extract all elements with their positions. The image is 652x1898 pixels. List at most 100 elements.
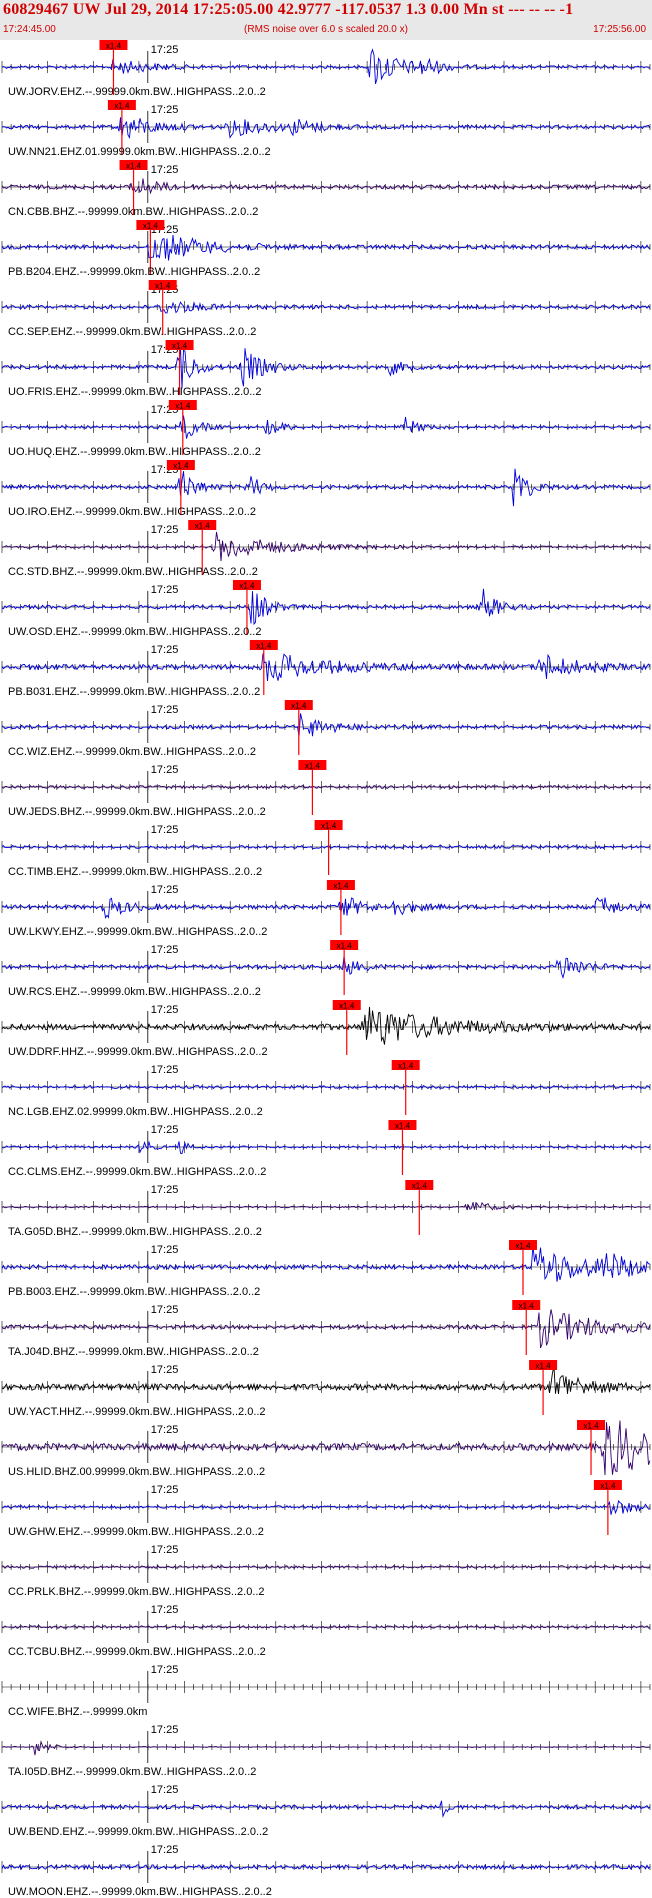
pick-label: x1.4 <box>106 42 122 51</box>
station-label: US.HLID.BHZ.00.99999.0km.BW..HIGHPASS..2… <box>8 1466 265 1478</box>
pick-label: x1.4 <box>536 1362 552 1371</box>
seismogram-waveform <box>1 1800 651 1818</box>
pick-label: x1.4 <box>583 1422 599 1431</box>
rms-note: (RMS noise over 6.0 s scaled 20.0 x) <box>244 24 408 35</box>
minute-label: 17:25 <box>151 944 179 956</box>
seismogram-plot: 17:25 x1.4 UW.JORV.EHZ.--.99999.0km.BW..HI… <box>1 40 651 1898</box>
pick-label: x1.4 <box>239 582 255 591</box>
seismogram-waveform <box>1 713 651 737</box>
pick-label: x1.4 <box>155 282 171 291</box>
station-label: UO.IRO.EHZ.--.99999.0km.BW..HIGHPASS..2.… <box>8 506 256 518</box>
station-label: UO.HUQ.EHZ.--.99999.0km.BW..HIGHPASS..2.… <box>8 446 261 458</box>
station-label: UW.LKWY.EHZ.--.99999.0km.BW..HIGHPASS..2… <box>8 926 267 938</box>
seismogram-waveform <box>1 1309 651 1349</box>
pick-label: x1.4 <box>172 342 188 351</box>
seismogram-waveform <box>1 1740 651 1756</box>
station-label: CC.TCBU.BHZ.--.99999.0km.BW..HIGHPASS..2… <box>8 1646 266 1658</box>
station-label: PB.B031.EHZ.--.99999.0km.BW..HIGHPASS..2… <box>8 686 260 698</box>
pick-label: x1.4 <box>305 762 321 771</box>
station-label: CC.PRLK.BHZ.--.99999.0km.BW..HIGHPASS..2… <box>8 1586 265 1598</box>
pick-label: x1.4 <box>143 222 159 231</box>
minute-label: 17:25 <box>151 1724 179 1736</box>
station-label: PB.B204.EHZ.--.99999.0km.BW..HIGHPASS..2… <box>8 266 260 278</box>
station-label: UW.OSD.EHZ.--.99999.0km.BW..HIGHPASS..2.… <box>8 626 261 638</box>
minute-label: 17:25 <box>151 44 179 56</box>
station-label: UW.RCS.EHZ.--.99999.0km.BW..HIGHPASS..2.… <box>8 986 261 998</box>
pick-label: x1.4 <box>256 642 272 651</box>
pick-label: x1.4 <box>339 1002 355 1011</box>
seismogram-waveform <box>1 1245 651 1282</box>
seismogram-waveform <box>1 897 651 919</box>
minute-label: 17:25 <box>151 1484 179 1496</box>
seismogram-waveform <box>1 117 651 140</box>
pick-label: x1.4 <box>333 882 349 891</box>
seismogram-waveform <box>1 1140 651 1154</box>
seismogram-waveform <box>1 588 651 626</box>
station-label: CC.WIZ.EHZ.--.99999.0km.BW..HIGHPASS..2.… <box>8 746 256 758</box>
minute-label: 17:25 <box>151 1844 179 1856</box>
station-label: TA.G05D.BHZ.--.99999.0km.BW..HIGHPASS..2… <box>8 1226 262 1238</box>
pick-label: x1.4 <box>195 522 211 531</box>
pick-label: x1.4 <box>398 1062 414 1071</box>
pick-label: x1.4 <box>114 102 130 111</box>
pick-label: x1.4 <box>173 462 189 471</box>
station-label: UW.JORV.EHZ.--.99999.0km.BW..HIGHPASS..2… <box>8 86 266 98</box>
minute-label: 17:25 <box>151 1244 179 1256</box>
minute-label: 17:25 <box>151 1124 179 1136</box>
seismogram-waveform <box>1 301 651 314</box>
minute-label: 17:25 <box>151 1784 179 1796</box>
minute-label: 17:25 <box>151 824 179 836</box>
seismogram-waveform <box>1 178 651 195</box>
seismogram-waveform <box>1 1201 651 1211</box>
station-label: CN.CBB.BHZ.--.99999.0km.BW..HIGHPASS..2.… <box>8 206 258 218</box>
pick-label: x1.4 <box>291 702 307 711</box>
seismogram-waveform <box>1 1084 651 1090</box>
minute-label: 17:25 <box>151 1184 179 1196</box>
pick-label: x1.4 <box>126 162 142 171</box>
minute-label: 17:25 <box>151 584 179 596</box>
station-label: UW.MOON.EHZ.--.99999.0km.BW..HIGHPASS..2… <box>8 1886 272 1898</box>
minute-label: 17:25 <box>151 1304 179 1316</box>
minute-label: 17:25 <box>151 164 179 176</box>
station-label: TA.I05D.BHZ.--.99999.0km.BW..HIGHPASS..2… <box>8 1766 256 1778</box>
plot-header: 60829467 UW Jul 29, 2014 17:25:05.00 42.… <box>0 0 652 40</box>
minute-label: 17:25 <box>151 1424 179 1436</box>
minute-label: 17:25 <box>151 1364 179 1376</box>
station-label: UW.NN21.EHZ.01.99999.0km.BW..HIGHPASS..2… <box>8 146 271 158</box>
station-label: PB.B003.EHZ.--.99999.0km.BW..HIGHPASS..2… <box>8 1286 260 1298</box>
station-label: CC.STD.BHZ.--.99999.0km.BW..HIGHPASS..2.… <box>8 566 258 578</box>
minute-label: 17:25 <box>151 644 179 656</box>
seismogram-waveform <box>1 468 651 507</box>
pick-label: x1.4 <box>175 402 191 411</box>
station-label: UW.BEND.EHZ.--.99999.0km.BW..HIGHPASS..2… <box>8 1826 268 1838</box>
station-label: UW.JEDS.BHZ.--.99999.0km.BW..HIGHPASS..2… <box>8 806 266 818</box>
minute-label: 17:25 <box>151 884 179 896</box>
station-label: UW.YACT.HHZ.--.99999.0km.BW..HIGHPASS..2… <box>8 1406 266 1418</box>
minute-label: 17:25 <box>151 704 179 716</box>
station-label: CC.SEP.EHZ.--.99999.0km.BW..HIGHPASS..2.… <box>8 326 256 338</box>
pick-label: x1.4 <box>395 1122 411 1131</box>
station-label: UO.FRIS.EHZ.--.99999.0km.BW..HIGHPASS..2… <box>8 386 261 398</box>
event-title: 60829467 UW Jul 29, 2014 17:25:05.00 42.… <box>3 1 574 18</box>
pick-label: x1.4 <box>321 822 337 831</box>
pick-label: x1.4 <box>519 1302 535 1311</box>
station-label: UW.GHW.EHZ.--.99999.0km.BW..HIGHPASS..2.… <box>8 1526 264 1538</box>
seismogram-waveform <box>1 234 651 261</box>
station-label: NC.LGB.EHZ.02.99999.0km.BW..HIGHPASS..2.… <box>8 1106 263 1118</box>
station-label: CC.TIMB.EHZ.--.99999.0km.BW..HIGHPASS..2… <box>8 866 262 878</box>
minute-label: 17:25 <box>151 1004 179 1016</box>
minute-label: 17:25 <box>151 1664 179 1676</box>
seismogram-waveform <box>1 1006 651 1045</box>
minute-label: 17:25 <box>151 524 179 536</box>
end-time-label: 17:25:56.00 <box>593 24 646 35</box>
station-label: CC.CLMS.EHZ.--.99999.0km.BW..HIGHPASS..2… <box>8 1166 266 1178</box>
seismogram-waveform <box>1 1500 651 1515</box>
pick-label: x1.4 <box>412 1182 428 1191</box>
minute-label: 17:25 <box>151 1604 179 1616</box>
minute-label: 17:25 <box>151 104 179 116</box>
minute-label: 17:25 <box>151 764 179 776</box>
seismogram-waveform <box>1 1367 651 1395</box>
station-label: UW.DDRF.HHZ.--.99999.0km.BW..HIGHPASS..2… <box>8 1046 268 1058</box>
pick-label: x1.4 <box>337 942 353 951</box>
pick-label: x1.4 <box>515 1242 531 1251</box>
